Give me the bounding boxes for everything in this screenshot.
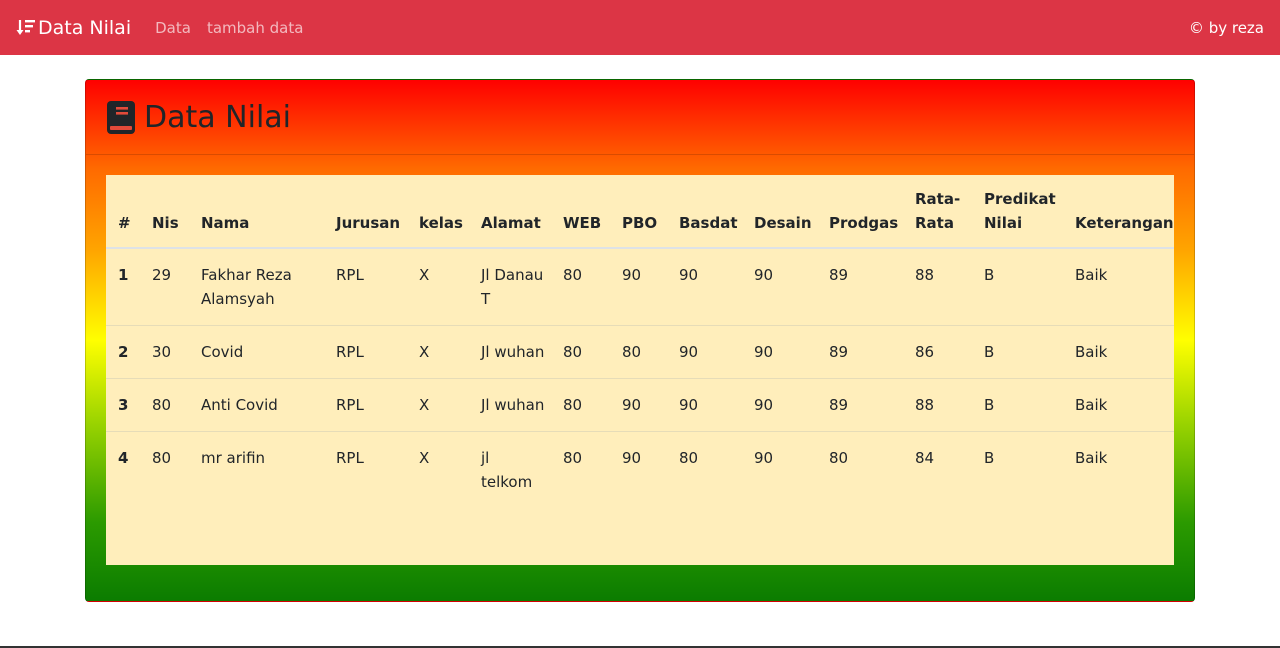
table-cell: 80 <box>817 431 903 508</box>
card-header: Data Nilai <box>86 80 1194 155</box>
column-header: Prodgas <box>817 175 903 249</box>
table-cell: RPL <box>324 431 407 508</box>
table-cell: Fakhar Reza Alamsyah <box>201 266 292 308</box>
table-cell: Baik <box>1063 378 1174 432</box>
table-cell: 2 <box>106 325 140 379</box>
sort-amount-down-icon <box>16 19 35 35</box>
table-cell: 3 <box>106 378 140 432</box>
data-table: # Nis Nama Jurusan kelas Alamat WEB PBO … <box>106 175 1174 508</box>
column-header: Nama <box>189 175 324 249</box>
table-cell: Covid <box>189 325 324 379</box>
table-cell: 90 <box>742 431 817 508</box>
table-cell: 90 <box>667 378 742 432</box>
table-cell: 90 <box>610 378 667 432</box>
navbar-brand[interactable]: Data Nilai <box>16 17 131 39</box>
column-header: PBO <box>610 175 667 249</box>
table-cell: 80 <box>610 325 667 379</box>
table-cell: mr arifin <box>189 431 324 508</box>
column-header: Alamat <box>469 175 551 249</box>
table-cell: Baik <box>1063 431 1174 508</box>
table-cell: 80 <box>551 378 610 432</box>
table-cell: Baik <box>1063 325 1174 379</box>
table-cell: X <box>407 325 469 379</box>
table-cell: 84 <box>903 431 972 508</box>
column-header: Rata-Rata <box>903 175 972 249</box>
column-header: Predikat Nilai <box>972 175 1063 249</box>
table-cell: 88 <box>903 378 972 432</box>
column-header: Jurusan <box>324 175 407 249</box>
table-cell: 80 <box>667 431 742 508</box>
table-cell: 90 <box>742 378 817 432</box>
table-cell: B <box>972 325 1063 379</box>
table-cell: 89 <box>817 325 903 379</box>
table-row: 2 30 Covid RPL X Jl wuhan 80 80 90 90 89… <box>106 325 1174 379</box>
table-cell: 80 <box>563 266 583 284</box>
table-cell: Jl wuhan <box>469 325 551 379</box>
data-table-container: # Nis Nama Jurusan kelas Alamat WEB PBO … <box>106 175 1174 565</box>
table-cell: jl telkom <box>469 431 551 508</box>
table-cell: 80 <box>140 378 189 432</box>
table-cell: 89 <box>829 266 849 284</box>
column-header: kelas <box>407 175 469 249</box>
table-cell: 80 <box>551 431 610 508</box>
table-cell: 1 <box>118 266 129 284</box>
column-header: Keterangan <box>1063 175 1174 249</box>
nav-link-data[interactable]: Data <box>155 19 191 37</box>
table-cell: 29 <box>152 266 172 284</box>
table-cell: 4 <box>106 431 140 508</box>
table-cell: 90 <box>679 266 699 284</box>
table-cell: 88 <box>915 266 935 284</box>
table-row: 3 80 Anti Covid RPL X Jl wuhan 80 90 90 … <box>106 378 1174 432</box>
column-header: Basdat <box>667 175 742 249</box>
table-cell: X <box>407 378 469 432</box>
table-cell: 90 <box>610 431 667 508</box>
table-row: 1 29 Fakhar Reza Alamsyah RPL X Jl Danau… <box>106 248 1174 326</box>
table-cell: 90 <box>754 266 774 284</box>
table-cell: 80 <box>551 325 610 379</box>
table-cell: 90 <box>742 325 817 379</box>
brand-label: Data Nilai <box>38 16 132 39</box>
column-header: WEB <box>551 175 610 249</box>
table-cell: B <box>972 431 1063 508</box>
table-cell: Jl Danau T <box>481 266 544 308</box>
table-cell: 86 <box>903 325 972 379</box>
table-cell: 80 <box>140 431 189 508</box>
table-cell: 89 <box>817 378 903 432</box>
card-title: Data Nilai <box>144 99 291 135</box>
column-header: Nis <box>140 175 189 249</box>
nav-link-tambah-data[interactable]: tambah data <box>207 19 303 37</box>
table-cell: 90 <box>667 325 742 379</box>
table-cell: B <box>984 266 995 284</box>
column-header: Desain <box>742 175 817 249</box>
table-cell: 30 <box>140 325 189 379</box>
table-cell: RPL <box>324 378 407 432</box>
table-cell: Baik <box>1075 266 1108 284</box>
table-cell: RPL <box>324 325 407 379</box>
navbar: Data Nilai Data tambah data © by reza <box>0 0 1280 55</box>
table-cell: RPL <box>336 266 364 284</box>
table-cell: Jl wuhan <box>469 378 551 432</box>
table-cell: X <box>419 266 430 284</box>
table-cell: 90 <box>622 266 642 284</box>
table-header-row: # Nis Nama Jurusan kelas Alamat WEB PBO … <box>106 175 1174 249</box>
book-icon <box>107 100 135 134</box>
credit-text: © by reza <box>1188 18 1264 37</box>
table-cell: X <box>407 431 469 508</box>
table-cell: Anti Covid <box>189 378 324 432</box>
table-row: 4 80 mr arifin RPL X jl telkom 80 90 80 … <box>106 431 1174 508</box>
column-header: # <box>106 175 140 249</box>
table-cell: B <box>972 378 1063 432</box>
data-card: Data Nilai # Nis Nama Jurusan kelas Alam… <box>85 79 1195 602</box>
